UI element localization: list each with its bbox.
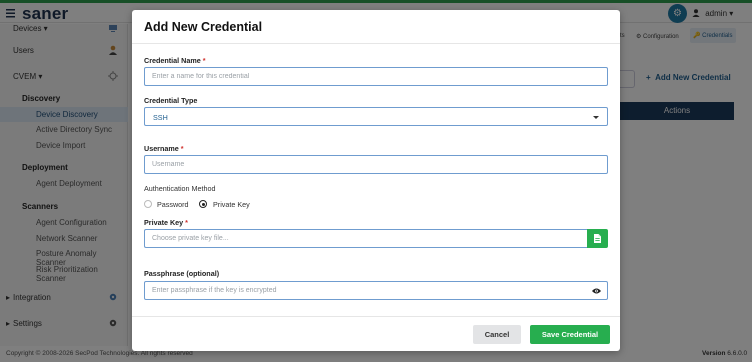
private-key-file-field[interactable]: Choose private key file... xyxy=(144,229,588,248)
auth-method-label: Authentication Method xyxy=(144,184,216,193)
passphrase-label: Passphrase (optional) xyxy=(144,269,220,278)
modal-footer: Cancel Save Credential xyxy=(132,316,620,351)
password-radio[interactable] xyxy=(144,200,152,208)
file-icon xyxy=(594,234,601,243)
eye-icon[interactable] xyxy=(592,288,601,294)
private-key-radio[interactable] xyxy=(199,200,207,208)
username-label: Username * xyxy=(144,144,184,153)
cancel-button[interactable]: Cancel xyxy=(473,325,521,344)
username-field[interactable] xyxy=(144,155,608,174)
credential-name-input[interactable] xyxy=(145,68,607,85)
password-radio-label[interactable]: Password xyxy=(157,200,189,209)
private-key-label: Private Key * xyxy=(144,218,188,227)
browse-file-button[interactable] xyxy=(587,229,608,248)
credential-type-label: Credential Type xyxy=(144,96,198,105)
add-credential-modal: Add New Credential Credential Name * Cre… xyxy=(132,10,620,351)
passphrase-placeholder: Enter passphrase if the key is encrypted xyxy=(152,287,277,294)
modal-title: Add New Credential xyxy=(144,20,263,34)
credential-type-select[interactable]: SSH xyxy=(144,107,608,126)
private-key-placeholder: Choose private key file... xyxy=(152,235,229,242)
save-credential-button[interactable]: Save Credential xyxy=(530,325,610,344)
username-input[interactable] xyxy=(145,156,607,173)
credential-type-value: SSH xyxy=(153,113,168,122)
private-key-radio-label[interactable]: Private Key xyxy=(213,200,250,209)
passphrase-field[interactable]: Enter passphrase if the key is encrypted xyxy=(144,281,608,300)
chevron-down-icon xyxy=(593,116,599,119)
credential-name-field[interactable] xyxy=(144,67,608,86)
credential-name-label: Credential Name * xyxy=(144,56,206,65)
modal-header: Add New Credential xyxy=(132,10,620,44)
